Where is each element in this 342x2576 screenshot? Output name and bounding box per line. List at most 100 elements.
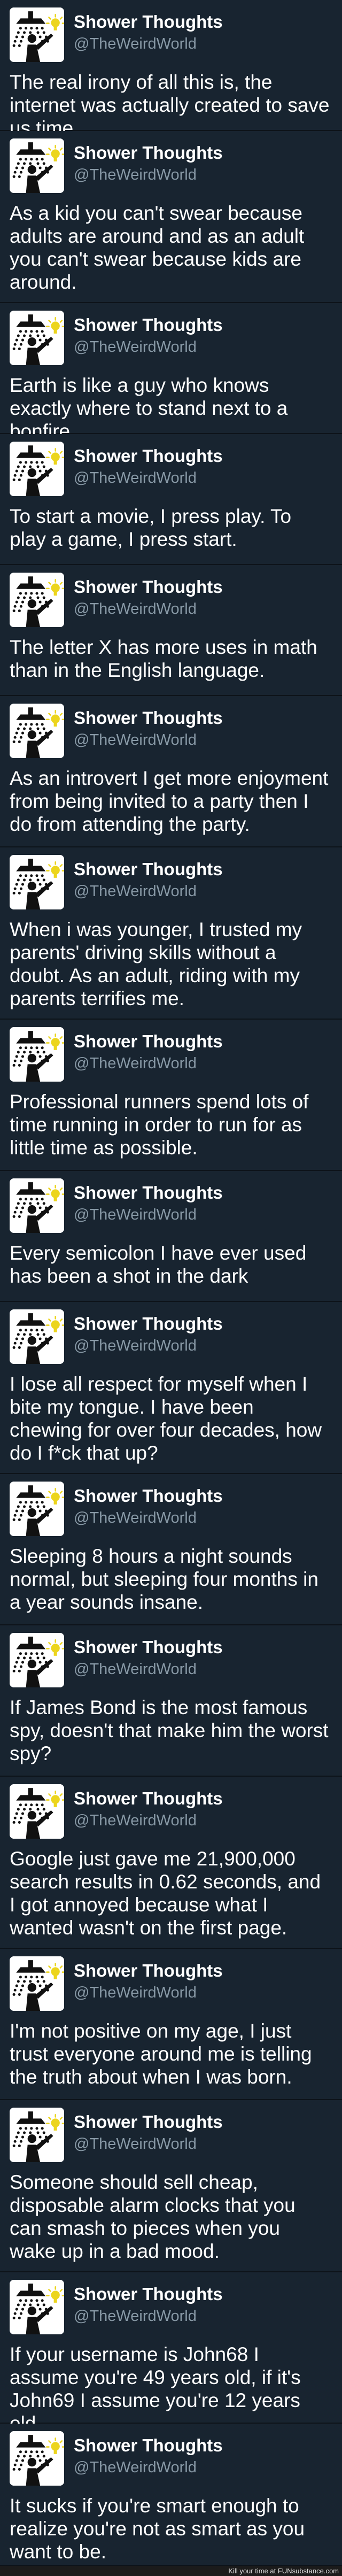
- tweet-text: Google just gave me 21,900,000 search re…: [10, 1848, 321, 1939]
- account-handle[interactable]: @TheWeirdWorld: [74, 1661, 197, 1678]
- account-name[interactable]: Shower Thoughts: [74, 2112, 223, 2132]
- account-name[interactable]: Shower Thoughts: [74, 1031, 223, 1052]
- tweet-card[interactable]: Shower Thoughts @TheWeirdWorld Earth is …: [0, 303, 342, 442]
- account-handle[interactable]: @TheWeirdWorld: [74, 600, 197, 618]
- account-name[interactable]: Shower Thoughts: [74, 315, 223, 335]
- tweet-card[interactable]: Shower Thoughts @TheWeirdWorld Professio…: [0, 1020, 342, 1171]
- tweet-text: As a kid you can't swear because adults …: [10, 202, 305, 293]
- tweet-card[interactable]: Shower Thoughts @TheWeirdWorld The real …: [0, 0, 342, 139]
- avatar[interactable]: [10, 1956, 64, 2011]
- shower-head-icon: [10, 311, 64, 365]
- avatar[interactable]: [10, 138, 64, 193]
- tweet-text: When i was younger, I trusted my parents…: [10, 919, 302, 1009]
- tweet-text: Sleeping 8 hours a night sounds normal, …: [10, 1545, 318, 1613]
- tweet-card[interactable]: Shower Thoughts @TheWeirdWorld Someone s…: [0, 2100, 342, 2272]
- tweet-text: It sucks if you're smart enough to reali…: [10, 2495, 305, 2563]
- account-handle[interactable]: @TheWeirdWorld: [74, 469, 197, 487]
- shower-head-icon: [10, 1956, 64, 2011]
- tweet-card[interactable]: Shower Thoughts @TheWeirdWorld I lose al…: [0, 1302, 342, 1474]
- avatar[interactable]: [10, 2431, 64, 2486]
- tweet-text: The real irony of all this is, the inter…: [10, 71, 330, 139]
- tweet-card[interactable]: Shower Thoughts @TheWeirdWorld As an int…: [0, 696, 342, 847]
- account-handle[interactable]: @TheWeirdWorld: [74, 1206, 197, 1224]
- shower-head-icon: [10, 1633, 64, 1687]
- tweet-text: Someone should sell cheap, disposable al…: [10, 2171, 296, 2262]
- shower-head-icon: [10, 2280, 64, 2334]
- avatar[interactable]: [10, 2280, 64, 2334]
- avatar[interactable]: [10, 7, 64, 62]
- account-handle[interactable]: @TheWeirdWorld: [74, 1812, 197, 1830]
- account-handle[interactable]: @TheWeirdWorld: [74, 338, 197, 356]
- avatar[interactable]: [10, 1309, 64, 1364]
- account-name[interactable]: Shower Thoughts: [74, 1637, 223, 1657]
- tweet-text: Every semicolon I have ever used has bee…: [10, 1242, 307, 1287]
- account-handle[interactable]: @TheWeirdWorld: [74, 1055, 197, 1073]
- tweet-card[interactable]: Shower Thoughts @TheWeirdWorld Every sem…: [0, 1171, 342, 1302]
- avatar[interactable]: [10, 1633, 64, 1687]
- account-handle[interactable]: @TheWeirdWorld: [74, 2459, 197, 2477]
- tweet-card[interactable]: Shower Thoughts @TheWeirdWorld I'm not p…: [0, 1949, 342, 2100]
- tweet-card[interactable]: Shower Thoughts @TheWeirdWorld The lette…: [0, 565, 342, 696]
- account-handle[interactable]: @TheWeirdWorld: [74, 2308, 197, 2325]
- account-name[interactable]: Shower Thoughts: [74, 708, 223, 728]
- avatar[interactable]: [10, 573, 64, 627]
- account-handle[interactable]: @TheWeirdWorld: [74, 1984, 197, 2002]
- shower-head-icon: [10, 138, 64, 193]
- shower-head-icon: [10, 1784, 64, 1839]
- shower-head-icon: [10, 442, 64, 496]
- account-name[interactable]: Shower Thoughts: [74, 1486, 223, 1506]
- account-handle[interactable]: @TheWeirdWorld: [74, 35, 197, 53]
- avatar[interactable]: [10, 704, 64, 758]
- account-name[interactable]: Shower Thoughts: [74, 1314, 223, 1334]
- account-name[interactable]: Shower Thoughts: [74, 446, 223, 466]
- avatar[interactable]: [10, 1482, 64, 1536]
- tweet-card[interactable]: Shower Thoughts @TheWeirdWorld It sucks …: [0, 2424, 342, 2566]
- account-name[interactable]: Shower Thoughts: [74, 2435, 223, 2456]
- tweet-card[interactable]: Shower Thoughts @TheWeirdWorld Sleeping …: [0, 1474, 342, 1625]
- tweet-text: Professional runners spend lots of time …: [10, 1091, 309, 1159]
- avatar[interactable]: [10, 1027, 64, 1082]
- account-name[interactable]: Shower Thoughts: [74, 1183, 223, 1203]
- account-handle[interactable]: @TheWeirdWorld: [74, 883, 197, 900]
- tweet-text: As an introvert I get more enjoyment fro…: [10, 767, 329, 835]
- account-handle[interactable]: @TheWeirdWorld: [74, 166, 197, 184]
- avatar[interactable]: [10, 311, 64, 365]
- account-name[interactable]: Shower Thoughts: [74, 1961, 223, 1981]
- tweet-card[interactable]: Shower Thoughts @TheWeirdWorld If James …: [0, 1625, 342, 1777]
- shower-head-icon: [10, 1027, 64, 1082]
- shower-head-icon: [10, 2108, 64, 2162]
- tweet-text: The letter X has more uses in math than …: [10, 636, 317, 681]
- account-name[interactable]: Shower Thoughts: [74, 143, 223, 163]
- account-name[interactable]: Shower Thoughts: [74, 577, 223, 597]
- avatar[interactable]: [10, 855, 64, 909]
- tweet-card[interactable]: Shower Thoughts @TheWeirdWorld As a kid …: [0, 131, 342, 303]
- shower-head-icon: [10, 2431, 64, 2486]
- avatar[interactable]: [10, 1784, 64, 1839]
- tweet-text: I'm not positive on my age, I just trust…: [10, 2020, 312, 2088]
- account-name[interactable]: Shower Thoughts: [74, 12, 223, 32]
- account-name[interactable]: Shower Thoughts: [74, 2284, 223, 2304]
- account-name[interactable]: Shower Thoughts: [74, 859, 223, 880]
- shower-head-icon: [10, 7, 64, 62]
- shower-head-icon: [10, 1178, 64, 1233]
- watermark-footer: Kill your time at FUNsubstance.com: [0, 2566, 342, 2576]
- account-handle[interactable]: @TheWeirdWorld: [74, 2135, 197, 2153]
- shower-head-icon: [10, 573, 64, 627]
- avatar[interactable]: [10, 1178, 64, 1233]
- tweet-card[interactable]: Shower Thoughts @TheWeirdWorld If your u…: [0, 2272, 342, 2434]
- account-handle[interactable]: @TheWeirdWorld: [74, 1337, 197, 1355]
- account-handle[interactable]: @TheWeirdWorld: [74, 731, 197, 749]
- shower-head-icon: [10, 1309, 64, 1364]
- account-handle[interactable]: @TheWeirdWorld: [74, 1509, 197, 1527]
- tweet-text: To start a movie, I press play. To play …: [10, 505, 292, 550]
- avatar[interactable]: [10, 2108, 64, 2162]
- shower-head-icon: [10, 1482, 64, 1536]
- avatar[interactable]: [10, 442, 64, 496]
- tweet-text: I lose all respect for myself when I bit…: [10, 1373, 322, 1464]
- shower-head-icon: [10, 704, 64, 758]
- tweet-card[interactable]: Shower Thoughts @TheWeirdWorld Google ju…: [0, 1777, 342, 1949]
- account-name[interactable]: Shower Thoughts: [74, 1788, 223, 1809]
- tweet-card[interactable]: Shower Thoughts @TheWeirdWorld To start …: [0, 434, 342, 565]
- tweet-card[interactable]: Shower Thoughts @TheWeirdWorld When i wa…: [0, 847, 342, 1020]
- tweet-text: If your username is John68 I assume you'…: [10, 2343, 301, 2434]
